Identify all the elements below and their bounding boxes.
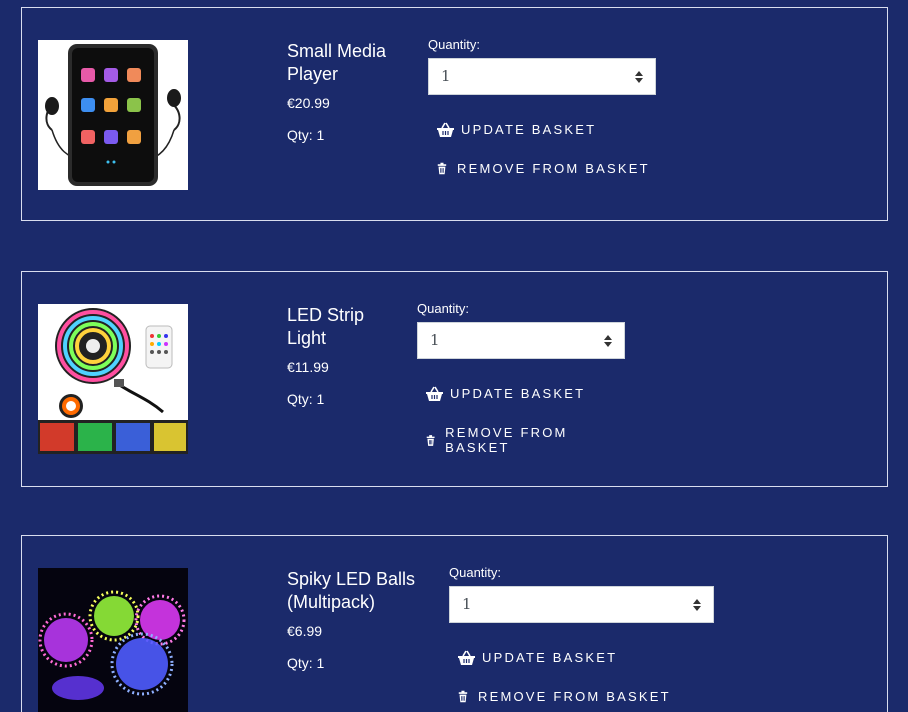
item-name: LED Strip Light xyxy=(287,305,365,348)
remove-from-basket-label: REMOVE FROM BASKET xyxy=(457,161,650,176)
update-basket-button[interactable]: UPDATE BASKET xyxy=(437,122,656,137)
basket-icon xyxy=(458,650,475,665)
quantity-controls: Quantity: 1 UPDATE BASKET REMOVE FROM BA… xyxy=(417,301,625,455)
remove-from-basket-button[interactable]: REMOVE FROM BASKET xyxy=(437,161,656,176)
quantity-label: Quantity: xyxy=(417,301,470,316)
item-name: Small Media Player xyxy=(287,41,387,84)
quantity-label: Quantity: xyxy=(449,565,502,580)
item-name: Spiky LED Balls (Multipack) xyxy=(287,569,416,612)
media-player-image xyxy=(38,40,188,190)
trash-icon xyxy=(426,434,435,446)
quantity-value: 1 xyxy=(462,595,472,613)
basket-item: Spiky LED Balls (Multipack) €6.99 Qty: 1… xyxy=(21,535,888,712)
basket-icon xyxy=(437,122,454,137)
select-arrows-icon xyxy=(604,335,612,347)
quantity-controls: Quantity: 1 UPDATE BASKET REMOVE FROM BA… xyxy=(428,37,656,176)
item-price: €11.99 xyxy=(287,359,329,375)
item-info: LED Strip Light €11.99 Qty: 1 xyxy=(287,304,422,408)
remove-from-basket-label: REMOVE FROM BASKET xyxy=(445,425,568,455)
led-strip-image xyxy=(38,304,188,454)
item-price: €6.99 xyxy=(287,623,323,639)
quantity-select[interactable]: 1 xyxy=(449,586,714,623)
remove-from-basket-label: REMOVE FROM BASKET xyxy=(478,689,671,704)
quantity-value: 1 xyxy=(441,67,451,85)
update-basket-button[interactable]: UPDATE BASKET xyxy=(426,386,625,401)
quantity-label: Quantity: xyxy=(428,37,481,52)
remove-from-basket-button[interactable]: REMOVE FROM BASKET xyxy=(426,425,625,455)
update-basket-label: UPDATE BASKET xyxy=(450,386,586,401)
update-basket-label: UPDATE BASKET xyxy=(482,650,618,665)
item-qty: Qty: 1 xyxy=(287,391,325,407)
item-info: Spiky LED Balls (Multipack) €6.99 Qty: 1 xyxy=(287,568,422,672)
item-qty: Qty: 1 xyxy=(287,655,325,671)
quantity-value: 1 xyxy=(430,331,440,349)
update-basket-label: UPDATE BASKET xyxy=(461,122,597,137)
quantity-controls: Quantity: 1 UPDATE BASKET REMOVE FROM BA… xyxy=(449,565,714,704)
led-balls-image xyxy=(38,568,188,712)
update-basket-button[interactable]: UPDATE BASKET xyxy=(458,650,714,665)
trash-icon xyxy=(458,690,468,703)
item-price: €20.99 xyxy=(287,95,330,111)
select-arrows-icon xyxy=(693,599,701,611)
select-arrows-icon xyxy=(635,71,643,83)
trash-icon xyxy=(437,162,447,175)
basket-item: Small Media Player €20.99 Qty: 1 Quantit… xyxy=(21,7,888,221)
item-info: Small Media Player €20.99 Qty: 1 xyxy=(287,40,422,144)
item-qty: Qty: 1 xyxy=(287,127,325,143)
basket-icon xyxy=(426,386,443,401)
quantity-select[interactable]: 1 xyxy=(417,322,625,359)
basket-item: LED Strip Light €11.99 Qty: 1 Quantity: … xyxy=(21,271,888,487)
remove-from-basket-button[interactable]: REMOVE FROM BASKET xyxy=(458,689,714,704)
quantity-select[interactable]: 1 xyxy=(428,58,656,95)
